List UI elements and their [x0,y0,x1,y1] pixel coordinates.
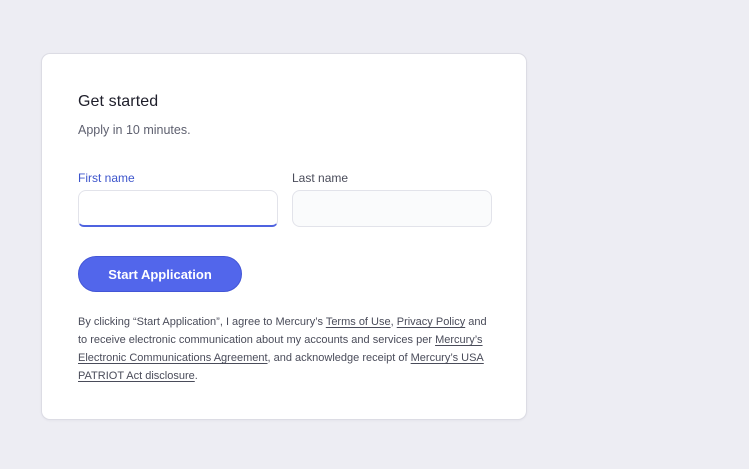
first-name-label: First name [78,171,135,185]
signup-card: Get started Apply in 10 minutes. First n… [41,53,527,420]
legal-text-3: , and acknowledge receipt of [267,352,411,364]
last-name-input[interactable] [292,190,492,227]
form-title: Get started [78,93,159,110]
form-subtitle: Apply in 10 minutes. [78,123,191,137]
legal-text-1: By clicking “Start Application”, I agree… [78,316,326,328]
first-name-input[interactable] [78,190,278,227]
start-application-button[interactable]: Start Application [78,256,242,292]
legal-text-4: . [194,370,198,382]
last-name-label: Last name [292,171,349,185]
privacy-policy-link[interactable]: Privacy Policy [397,316,465,328]
legal-disclaimer: By clicking “Start Application”, I agree… [78,313,498,385]
terms-of-use-link[interactable]: Terms of Use [326,316,391,328]
